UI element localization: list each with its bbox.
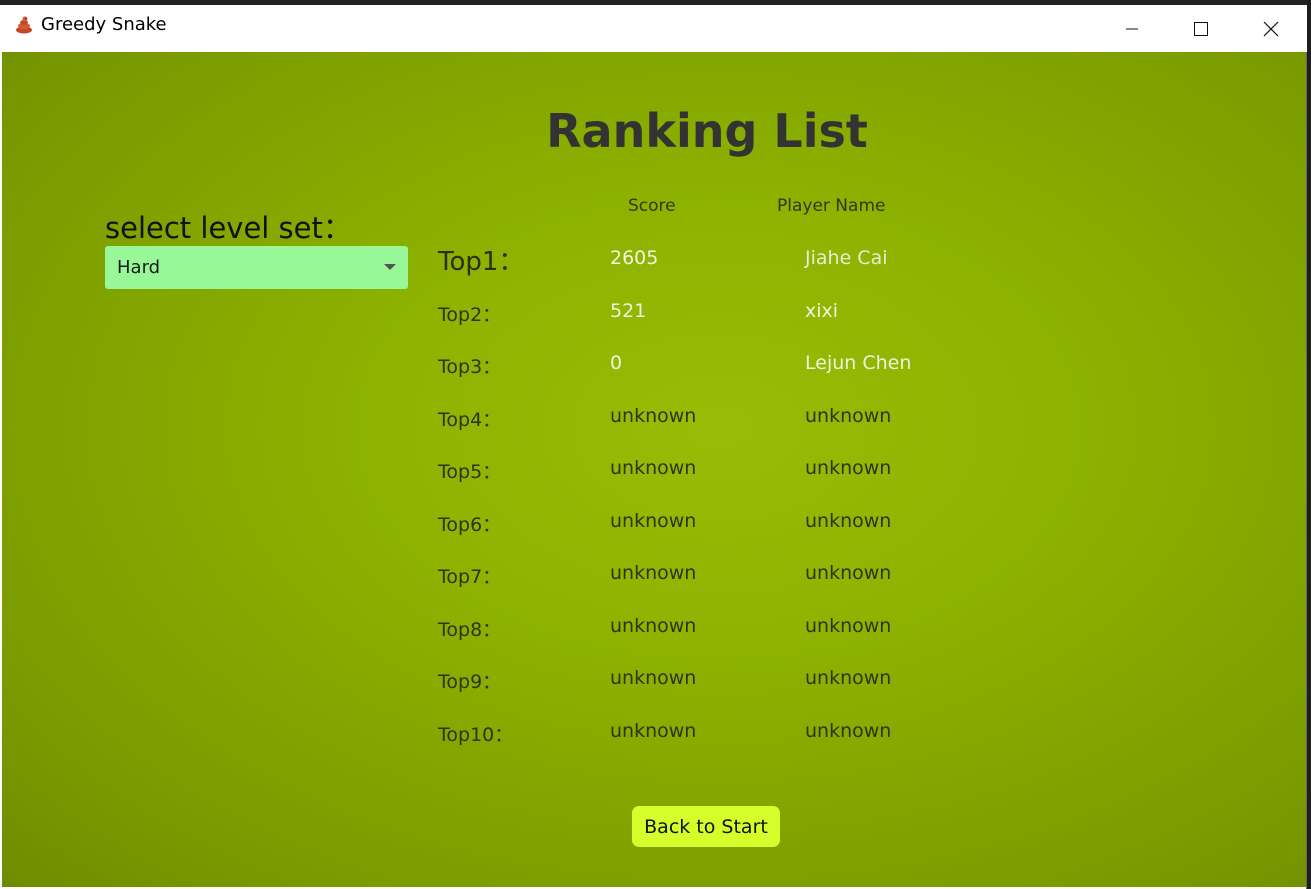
ranking-row: Top6： unknown unknown: [438, 510, 1038, 563]
minimize-button[interactable]: [1097, 5, 1167, 52]
maximize-icon: [1194, 21, 1208, 36]
title-bar[interactable]: Greedy Snake: [0, 0, 1307, 52]
score-value: unknown: [610, 404, 697, 427]
score-value: unknown: [610, 719, 697, 742]
rank-label: Top2：: [438, 303, 502, 326]
rank-label: Top8：: [438, 618, 502, 641]
ranking-row: Top3： 0 Lejun Chen: [438, 352, 1038, 405]
score-value: 521: [610, 299, 647, 322]
rank-label: Top7：: [438, 566, 502, 588]
rank-label: Top6：: [438, 513, 502, 536]
player-name: Jiahe Cai: [805, 247, 888, 269]
rank-label: Top1：: [438, 247, 525, 277]
score-value: 0: [610, 352, 623, 374]
ranking-row: Top7： unknown unknown: [438, 562, 1038, 615]
ranking-screen: Ranking List Score Player Name select le…: [2, 52, 1306, 887]
player-name: unknown: [805, 562, 892, 584]
chevron-down-icon[interactable]: [384, 264, 396, 270]
app-window: Greedy Snake Ranking List Score Player N…: [0, 0, 1307, 889]
player-name: unknown: [805, 719, 892, 742]
close-button[interactable]: [1236, 5, 1306, 52]
score-value: 2605: [610, 247, 659, 269]
score-value: unknown: [610, 509, 697, 532]
ranking-row: Top2： 521 xixi: [438, 300, 1038, 353]
score-value: unknown: [610, 667, 697, 689]
player-name: unknown: [805, 614, 892, 637]
score-value: unknown: [610, 614, 697, 637]
player-name: unknown: [805, 667, 892, 689]
player-name: unknown: [805, 457, 892, 479]
player-name: unknown: [805, 404, 892, 427]
player-name-column-header: Player Name: [777, 196, 886, 216]
close-icon: [1263, 21, 1279, 36]
level-select-label: select level set：: [105, 211, 352, 245]
minimize-icon: [1126, 28, 1138, 29]
player-name: unknown: [805, 509, 892, 532]
ranking-row: Top10： unknown unknown: [438, 720, 1038, 773]
maximize-button[interactable]: [1166, 5, 1236, 52]
rank-label: Top10：: [438, 723, 514, 746]
score-value: unknown: [610, 562, 697, 584]
ranking-table: Top1： 2605 Jiahe Cai Top2： 521 xixi Top3…: [438, 247, 1038, 772]
player-name: xixi: [805, 299, 839, 322]
back-to-start-button[interactable]: Back to Start: [632, 806, 780, 847]
rank-label: Top4：: [438, 408, 502, 431]
level-select[interactable]: Hard: [105, 246, 408, 289]
score-column-header: Score: [628, 196, 676, 216]
player-name: Lejun Chen: [805, 352, 912, 374]
page-title: Ranking List: [546, 104, 868, 158]
ranking-row: Top5： unknown unknown: [438, 457, 1038, 510]
rank-label: Top5：: [438, 461, 502, 483]
ranking-row: Top4： unknown unknown: [438, 405, 1038, 458]
score-value: unknown: [610, 457, 697, 479]
window-title: Greedy Snake: [41, 14, 167, 35]
snake-icon: [16, 16, 32, 34]
rank-label: Top9：: [438, 671, 502, 693]
level-select-value: Hard: [117, 257, 161, 278]
ranking-row: Top8： unknown unknown: [438, 615, 1038, 668]
ranking-row: Top1： 2605 Jiahe Cai: [438, 247, 1038, 300]
ranking-row: Top9： unknown unknown: [438, 667, 1038, 720]
rank-label: Top3：: [438, 356, 502, 378]
